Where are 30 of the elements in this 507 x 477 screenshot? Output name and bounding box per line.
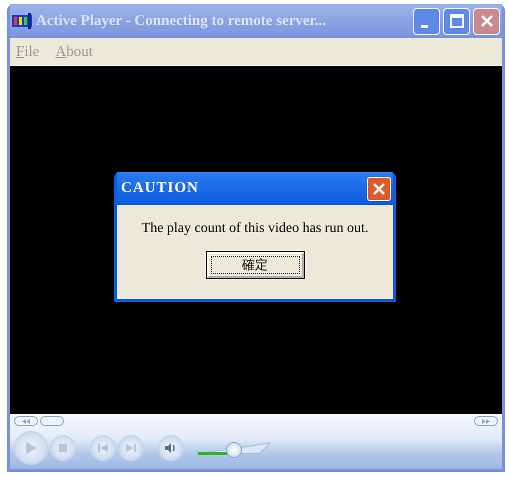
window-title: Active Player - Connecting to remote server... xyxy=(36,12,328,30)
previous-icon xyxy=(98,444,108,452)
play-button[interactable] xyxy=(14,430,48,464)
close-icon xyxy=(480,14,494,28)
dialog-message: The play count of this video has run out. xyxy=(142,221,368,237)
minimize-button[interactable] xyxy=(413,8,440,34)
ok-button[interactable]: 確定 xyxy=(206,252,304,278)
play-icon xyxy=(24,440,38,454)
dialog-close-button[interactable] xyxy=(367,176,391,200)
seek-button[interactable] xyxy=(40,416,64,426)
fast-forward-icon xyxy=(481,418,491,424)
dialog-title: CAUTION xyxy=(121,180,199,197)
fast-forward-button[interactable] xyxy=(474,416,498,426)
next-button[interactable] xyxy=(118,434,144,460)
minimize-icon xyxy=(420,24,428,28)
maximize-button[interactable] xyxy=(443,8,470,34)
menu-item[interactable]: File xyxy=(16,44,40,60)
next-icon xyxy=(126,444,136,452)
speaker-icon xyxy=(165,442,177,452)
app-icon xyxy=(12,13,32,29)
stop-icon xyxy=(59,444,67,452)
close-icon xyxy=(372,182,386,196)
maximize-icon xyxy=(450,14,464,28)
menu-item[interactable]: About xyxy=(55,44,93,60)
stop-button[interactable] xyxy=(50,434,76,460)
mute-button[interactable] xyxy=(158,434,184,460)
previous-button[interactable] xyxy=(90,434,116,460)
rewind-icon xyxy=(21,418,31,424)
rewind-button[interactable] xyxy=(14,416,38,426)
close-button[interactable] xyxy=(473,8,500,34)
